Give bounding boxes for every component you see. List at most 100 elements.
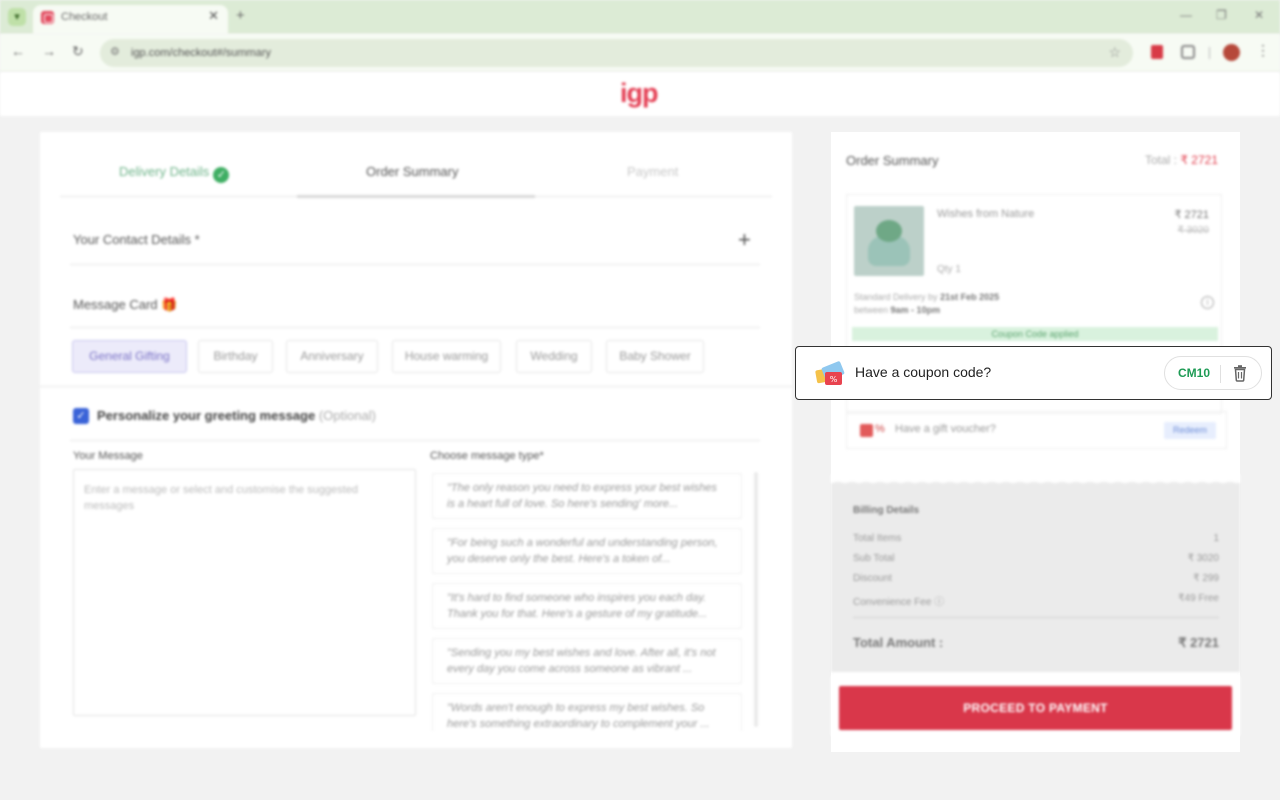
active-step-indicator <box>297 195 535 198</box>
address-bar[interactable]: ⚙ igp.com/checkout#/summary ☆ <box>100 39 1133 67</box>
site-header: igp <box>0 72 1280 116</box>
order-total-value: ₹ 2721 <box>1180 153 1218 167</box>
billing-value: ₹49 Free <box>1178 593 1219 604</box>
product-price: ₹ 2721 <box>1174 209 1209 221</box>
message-suggestion[interactable]: "Words aren't enough to express my best … <box>432 693 742 731</box>
zigzag-edge <box>831 474 1240 483</box>
suggestions-scrollbar[interactable] <box>754 472 758 727</box>
message-suggestions-list: "The only reason you need to express you… <box>430 469 758 731</box>
step-label: Order Summary <box>366 164 459 179</box>
personalize-label: Personalize your greeting message (Optio… <box>97 408 376 423</box>
occasion-chip-baby-shower[interactable]: Baby Shower <box>606 340 704 373</box>
occasion-chip-wedding[interactable]: Wedding <box>516 340 592 373</box>
occasion-chip-anniversary[interactable]: Anniversary <box>286 340 378 373</box>
reload-icon[interactable]: ↻ <box>72 43 84 60</box>
gift-voucher-icon <box>860 424 873 437</box>
pill-divider <box>1220 365 1221 383</box>
step-label: Delivery Details <box>119 164 210 179</box>
tab-search-icon[interactable]: ▾ <box>8 8 26 26</box>
delivery-prefix: Standard Delivery by <box>854 292 938 302</box>
trash-icon[interactable] <box>1230 363 1250 383</box>
order-total-label: Total : <box>1144 153 1177 167</box>
occasion-chip-birthday[interactable]: Birthday <box>198 340 273 373</box>
expand-plus-icon[interactable]: + <box>738 227 751 253</box>
message-suggestion[interactable]: "The only reason you need to express you… <box>432 473 742 519</box>
order-total: Total : ₹ 2721 <box>1145 153 1218 167</box>
coupon-applied-banner: Coupon Code applied <box>852 327 1218 341</box>
section-divider <box>40 386 792 387</box>
coupon-code-row[interactable]: % Have a coupon code? CM10 <box>795 346 1272 400</box>
window-close-icon[interactable]: ✕ <box>1254 8 1264 22</box>
billing-value: ₹ 3020 <box>1187 553 1219 564</box>
applied-coupon-pill: CM10 <box>1164 356 1262 390</box>
billing-row-discount: Discount ₹ 299 <box>853 573 1219 584</box>
message-card-title: Message Card 🎁 <box>73 297 178 312</box>
browser-menu-icon[interactable]: ⋮ <box>1256 42 1270 59</box>
message-suggestion[interactable]: "Sending you my best wishes and love. Af… <box>432 638 742 684</box>
billing-label: Sub Total <box>853 553 895 564</box>
message-type-label: Choose message type* <box>430 450 544 462</box>
occasion-chip-house-warming[interactable]: House warming <box>392 340 501 373</box>
igp-logo[interactable]: igp <box>620 78 658 109</box>
message-suggestion[interactable]: "It's hard to find someone who inspires … <box>432 583 742 629</box>
optional-text: (Optional) <box>318 408 376 423</box>
restore-icon[interactable]: ❐ <box>1216 8 1227 22</box>
order-summary-panel: Order Summary Total : ₹ 2721 Wishes from… <box>831 132 1240 752</box>
order-summary-title: Order Summary <box>846 153 939 168</box>
section-divider <box>70 440 760 441</box>
total-amount-value: ₹ 2721 <box>1178 635 1219 650</box>
delivery-time: 9am - 10pm <box>890 305 941 315</box>
billing-details: Billing Details Total Items 1 Sub Total … <box>831 474 1240 672</box>
bookmark-star-icon[interactable]: ☆ <box>1108 44 1121 61</box>
personalize-checkbox[interactable]: ✓ <box>73 408 89 424</box>
step-delivery-details[interactable]: Delivery Details ✓ <box>119 164 230 183</box>
minimize-icon[interactable]: — <box>1180 8 1192 22</box>
occasion-chip-general-gifting[interactable]: General Gifting <box>72 340 187 373</box>
step-payment: Payment <box>627 164 678 179</box>
coupon-prompt: Have a coupon code? <box>855 364 992 380</box>
billing-title: Billing Details <box>853 505 920 516</box>
info-icon[interactable]: i <box>1201 296 1214 309</box>
section-divider <box>70 264 760 265</box>
svg-text:%: % <box>830 375 838 384</box>
step-label: Payment <box>627 164 679 179</box>
tab-close-icon[interactable]: ✕ <box>208 8 219 24</box>
contact-details-title[interactable]: Your Contact Details * <box>73 232 200 247</box>
your-message-label: Your Message <box>73 450 143 462</box>
product-image[interactable] <box>854 206 924 276</box>
extensions-puzzle-icon[interactable] <box>1181 45 1195 59</box>
new-tab-icon[interactable]: + <box>236 7 245 24</box>
delivery-info: Standard Delivery by 21st Feb 2025 betwe… <box>854 291 999 317</box>
gift-voucher-prompt: Have a gift voucher? <box>895 423 996 435</box>
product-name[interactable]: Wishes from Nature <box>937 208 1034 220</box>
gift-voucher-row[interactable]: % Have a gift voucher? Redeem <box>846 411 1227 449</box>
checkout-main-panel: Delivery Details ✓ Order Summary Payment … <box>40 132 792 748</box>
billing-row-convenience-fee: Convenience Fee ⓘ ₹49 Free <box>853 593 1219 608</box>
site-favicon-icon <box>41 11 54 24</box>
section-divider <box>70 327 760 328</box>
billing-total: Total Amount : ₹ 2721 <box>853 635 1219 650</box>
coupon-ticket-icon: % <box>815 361 845 385</box>
delivery-date: 21st Feb 2025 <box>940 292 1000 302</box>
personalize-text: Personalize your greeting message <box>97 408 316 423</box>
delivery-time-prefix: between <box>854 305 889 315</box>
billing-label: Total Items <box>853 533 902 544</box>
profile-avatar[interactable] <box>1223 44 1240 61</box>
product-qty: Qty 1 <box>937 264 961 275</box>
site-settings-icon[interactable]: ⚙ <box>110 45 120 58</box>
redeem-button[interactable]: Redeem <box>1164 422 1216 439</box>
extension-icon[interactable] <box>1151 45 1163 59</box>
message-textarea[interactable]: Enter a message or select and customise … <box>73 469 416 716</box>
step-order-summary[interactable]: Order Summary <box>366 164 458 179</box>
back-icon[interactable]: ← <box>11 43 25 59</box>
browser-tab[interactable]: Checkout ✕ <box>33 5 228 34</box>
forward-icon[interactable]: → <box>42 43 56 59</box>
browser-tab-strip: ▾ Checkout ✕ + — ❐ ✕ <box>0 0 1280 34</box>
message-suggestion[interactable]: "For being such a wonderful and understa… <box>432 528 742 574</box>
billing-row-total-items: Total Items 1 <box>853 533 1219 544</box>
tab-title: Checkout <box>61 11 108 23</box>
product-mrp: ₹ 3020 <box>1177 225 1209 236</box>
proceed-to-payment-button[interactable]: PROCEED TO PAYMENT <box>839 686 1232 730</box>
proceed-container: PROCEED TO PAYMENT <box>831 676 1240 736</box>
toolbar-divider <box>1209 47 1210 59</box>
